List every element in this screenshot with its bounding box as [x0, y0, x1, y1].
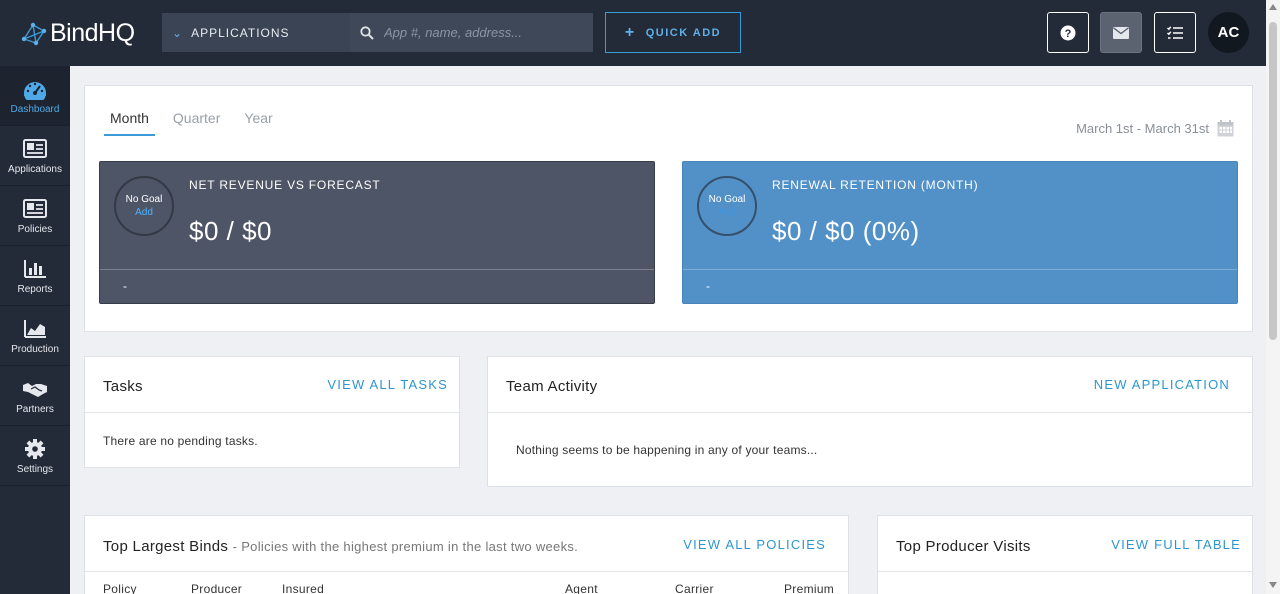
divider — [85, 571, 848, 572]
sidebar: Dashboard Applications Policies Reports … — [0, 66, 70, 594]
tab-month[interactable]: Month — [104, 110, 155, 136]
goal-label: No Goal — [708, 194, 746, 205]
application-card-icon — [23, 139, 47, 158]
envelope-icon — [1113, 26, 1129, 39]
column-header-policy[interactable]: Policy — [103, 582, 137, 594]
goal-indicator: No Goal Add — [114, 176, 174, 236]
line-chart-icon — [24, 320, 46, 338]
scroll-up-arrow-icon[interactable] — [1269, 4, 1277, 10]
goal-indicator: No Goal Add — [697, 176, 757, 236]
sidebar-item-reports[interactable]: Reports — [0, 246, 70, 306]
add-goal-link[interactable]: Add — [718, 207, 736, 218]
checklist-icon — [1167, 25, 1183, 39]
divider — [100, 269, 654, 270]
sidebar-item-dashboard[interactable]: Dashboard — [0, 66, 70, 126]
team-activity-card: Team Activity NEW APPLICATION Nothing se… — [487, 356, 1253, 487]
svg-text:?: ? — [1065, 28, 1072, 40]
calendar-icon — [1217, 120, 1234, 137]
messages-button[interactable] — [1100, 12, 1142, 53]
top-producer-visits-card: Top Producer Visits VIEW FULL TABLE — [877, 515, 1253, 594]
summary-panel: Month Quarter Year March 1st - March 31s… — [84, 85, 1253, 332]
top-binds-title-text: Top Largest Binds — [103, 538, 229, 555]
sidebar-item-applications[interactable]: Applications — [0, 126, 70, 186]
sidebar-item-partners[interactable]: Partners — [0, 366, 70, 426]
goal-label: No Goal — [125, 194, 163, 205]
gear-icon — [25, 439, 45, 459]
search-icon — [360, 25, 374, 40]
divider — [683, 269, 1237, 270]
metric-title: NET REVENUE VS FORECAST — [189, 178, 381, 192]
column-header-carrier[interactable]: Carrier — [675, 582, 714, 594]
divider — [878, 571, 1252, 572]
plus-icon: + — [624, 23, 636, 41]
applications-dropdown-label: APPLICATIONS — [191, 25, 290, 40]
column-header-insured[interactable]: Insured — [282, 582, 324, 594]
speedometer-icon — [24, 82, 46, 100]
top-binds-subtitle: - Policies with the highest premium in t… — [232, 539, 579, 554]
tasks-card: Tasks VIEW ALL TASKS There are no pendin… — [84, 356, 460, 468]
column-header-premium[interactable]: Premium — [784, 582, 834, 594]
bar-chart-icon — [24, 260, 46, 278]
tasks-title: Tasks — [103, 378, 143, 395]
applications-dropdown[interactable]: ⌄ APPLICATIONS — [162, 13, 350, 52]
sidebar-item-policies[interactable]: Policies — [0, 186, 70, 246]
column-header-agent[interactable]: Agent — [565, 582, 598, 594]
new-application-link[interactable]: NEW APPLICATION — [1094, 377, 1230, 392]
tab-quarter[interactable]: Quarter — [167, 110, 226, 136]
date-range-label: March 1st - March 31st — [1076, 121, 1209, 136]
metric-title: RENEWAL RETENTION (MONTH) — [772, 178, 979, 192]
sidebar-item-settings[interactable]: Settings — [0, 426, 70, 486]
avatar-initials: AC — [1217, 24, 1240, 41]
view-all-policies-link[interactable]: VIEW ALL POLICIES — [683, 537, 826, 552]
metric-footer: - — [706, 279, 710, 293]
logo-text: BindHQ — [50, 18, 135, 47]
policy-card-icon — [23, 199, 47, 218]
tab-year[interactable]: Year — [238, 110, 278, 136]
team-activity-empty-message: Nothing seems to be happening in any of … — [516, 443, 818, 457]
sidebar-item-label: Applications — [8, 164, 62, 175]
date-range-picker[interactable]: March 1st - March 31st — [1076, 120, 1234, 137]
metric-value: $0 / $0 — [189, 216, 273, 246]
question-circle-icon: ? — [1060, 25, 1076, 40]
view-full-table-link[interactable]: VIEW FULL TABLE — [1111, 537, 1241, 552]
quick-add-label: QUICK ADD — [645, 26, 722, 39]
view-all-tasks-link[interactable]: VIEW ALL TASKS — [327, 377, 448, 392]
page-scrollbar[interactable] — [1266, 0, 1280, 594]
divider — [85, 412, 459, 413]
net-revenue-card: No Goal Add NET REVENUE VS FORECAST $0 /… — [99, 161, 655, 304]
search-box — [350, 13, 593, 52]
quick-add-button[interactable]: + QUICK ADD — [605, 12, 741, 53]
logo-network-icon — [21, 22, 47, 46]
top-largest-binds-card: Top Largest Binds - Policies with the hi… — [84, 515, 849, 594]
top-bar: BindHQ ⌄ APPLICATIONS + QUICK ADD ? — [0, 0, 1280, 66]
search-input[interactable] — [384, 25, 574, 40]
period-tabs: Month Quarter Year — [104, 110, 291, 136]
task-list-button[interactable] — [1154, 12, 1196, 53]
tasks-empty-message: There are no pending tasks. — [103, 434, 258, 448]
sidebar-item-label: Dashboard — [10, 104, 60, 115]
metric-value: $0 / $0 (0%) — [772, 216, 920, 246]
logo[interactable]: BindHQ — [20, 17, 135, 49]
chevron-down-icon: ⌄ — [172, 25, 184, 40]
top-binds-title: Top Largest Binds - Policies with the hi… — [103, 538, 578, 555]
sidebar-item-label: Partners — [16, 404, 54, 415]
renewal-retention-card: No Goal Add RENEWAL RETENTION (MONTH) $0… — [682, 161, 1238, 304]
add-goal-link[interactable]: Add — [135, 207, 153, 218]
handshake-icon — [23, 383, 47, 397]
sidebar-item-label: Policies — [17, 224, 53, 235]
metric-footer: - — [123, 279, 127, 293]
team-activity-title: Team Activity — [506, 378, 598, 395]
sidebar-item-label: Reports — [17, 284, 53, 295]
scrollbar-thumb[interactable] — [1269, 22, 1277, 340]
sidebar-item-label: Settings — [16, 464, 54, 475]
divider — [488, 412, 1252, 413]
column-header-producer[interactable]: Producer — [191, 582, 242, 594]
top-visits-title: Top Producer Visits — [896, 538, 1031, 555]
scroll-down-arrow-icon[interactable] — [1269, 582, 1277, 588]
user-avatar[interactable]: AC — [1208, 12, 1249, 53]
sidebar-item-label: Production — [11, 344, 59, 355]
help-button[interactable]: ? — [1047, 12, 1089, 53]
sidebar-item-production[interactable]: Production — [0, 306, 70, 366]
